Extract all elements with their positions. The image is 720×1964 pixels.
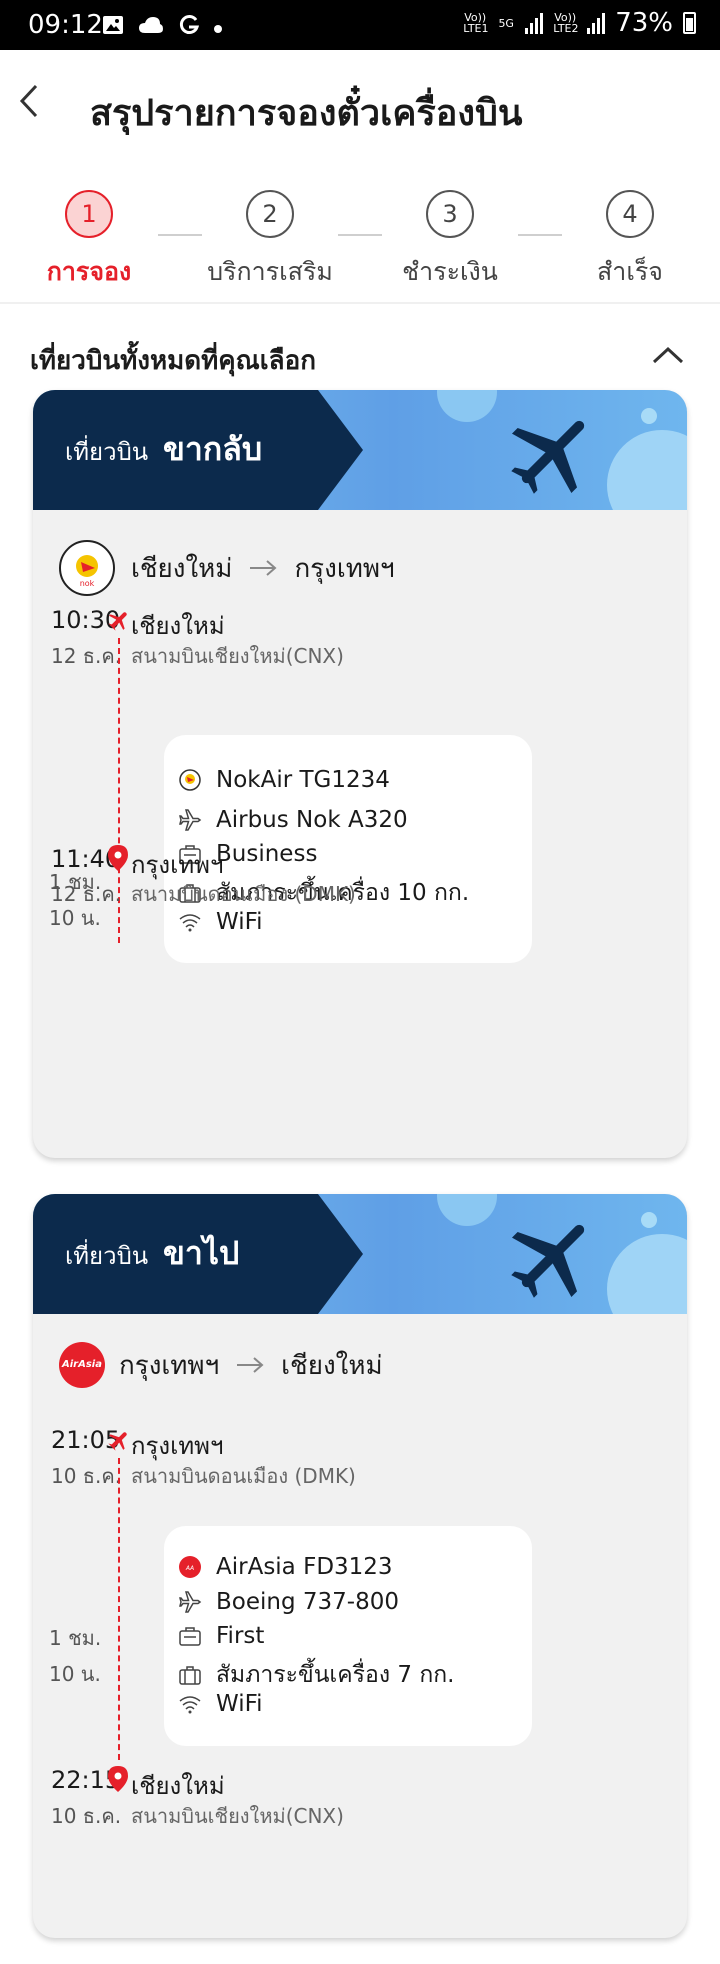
page-title: สรุปรายการจองตั๋วเครื่องบิน bbox=[90, 93, 523, 134]
divider bbox=[0, 302, 720, 304]
back-button[interactable] bbox=[8, 78, 54, 124]
network-type: 5G bbox=[498, 16, 514, 30]
departure-airport: สนามบินดอนเมือง (DMK) bbox=[131, 1464, 356, 1488]
step-payment: 3 ชำระเงิน bbox=[380, 190, 520, 292]
duration-hours: 1 ชม. bbox=[49, 1626, 102, 1650]
flight-banner: เที่ยวบิน ขากลับ bbox=[33, 390, 687, 510]
sim1-indicator: Vo)) LTE1 bbox=[463, 11, 489, 35]
cloud-icon bbox=[138, 16, 164, 38]
arrival-airport: สนามบินดอนเมือง (DMK) bbox=[131, 882, 356, 906]
gallery-icon bbox=[102, 15, 124, 39]
step-number: 2 bbox=[246, 190, 294, 238]
wifi-row: WiFi bbox=[178, 909, 263, 935]
section-title: เที่ยวบินทั้งหมดที่คุณเลือก bbox=[30, 346, 316, 376]
dot-icon bbox=[214, 18, 222, 37]
chevron-left-icon bbox=[19, 84, 38, 118]
step-booking: 1 การจอง bbox=[19, 190, 159, 292]
airplane-icon bbox=[511, 420, 585, 494]
step-connector bbox=[158, 234, 202, 236]
step-connector bbox=[518, 234, 562, 236]
route-destination: เชียงใหม่ bbox=[281, 1350, 383, 1381]
step-number: 3 bbox=[426, 190, 474, 238]
battery-icon bbox=[683, 12, 696, 34]
arrival-date: 12 ธ.ค. bbox=[51, 882, 122, 906]
flight-card-return[interactable]: เที่ยวบิน ขากลับ nok เชียงใหม่ กรุงเทพฯ … bbox=[33, 390, 687, 1158]
flight-card-outbound[interactable]: เที่ยวบิน ขาไป AirAsia กรุงเทพฯ เชียงใหม… bbox=[33, 1194, 687, 1938]
signal-icon bbox=[525, 12, 544, 34]
svg-text:nok: nok bbox=[80, 579, 95, 588]
step-number: 1 bbox=[65, 190, 113, 238]
flight-number: NokAir TG1234 bbox=[216, 767, 390, 793]
flight-number: AirAsia FD3123 bbox=[216, 1554, 393, 1580]
battery-percent: 73% bbox=[615, 8, 673, 38]
chevron-up-icon bbox=[652, 346, 684, 364]
g-icon bbox=[178, 14, 200, 40]
departure-date: 10 ธ.ค. bbox=[51, 1464, 122, 1488]
airasia-small-icon: AA bbox=[179, 1556, 201, 1578]
step-success: 4 สำเร็จ bbox=[560, 190, 700, 292]
flight-number-row: NokAir TG1234 bbox=[178, 767, 390, 793]
flight-banner: เที่ยวบิน ขาไป bbox=[33, 1194, 687, 1314]
banner-direction: ขากลับ bbox=[163, 430, 263, 468]
airplane-outline-icon bbox=[179, 1591, 202, 1613]
seat-class-icon bbox=[179, 1627, 201, 1646]
location-pin-icon bbox=[108, 845, 128, 871]
duration-minutes: 10 น. bbox=[49, 1662, 101, 1686]
nok-air-logo: nok bbox=[59, 540, 115, 596]
collapse-button[interactable] bbox=[650, 344, 686, 366]
airplane-outline-icon bbox=[179, 809, 202, 831]
flight-number-row: AA AirAsia FD3123 bbox=[178, 1554, 393, 1580]
step-label: การจอง bbox=[46, 257, 132, 286]
airplane-icon bbox=[511, 1224, 585, 1298]
arrival-airport: สนามบินเชียงใหม่(CNX) bbox=[131, 1804, 344, 1828]
baggage-allowance: สัมภาระขึ้นเครื่อง 7 กก. bbox=[216, 1662, 455, 1688]
signal-icon bbox=[587, 12, 606, 34]
banner-direction: ขาไป bbox=[163, 1234, 240, 1272]
flight-path-line bbox=[118, 1458, 120, 1760]
arrival-date: 10 ธ.ค. bbox=[51, 1804, 122, 1828]
departure-plane-icon bbox=[108, 1432, 127, 1451]
banner-label: เที่ยวบิน bbox=[65, 1242, 149, 1270]
aircraft-row: Boeing 737-800 bbox=[178, 1589, 399, 1615]
nok-air-small-icon bbox=[179, 769, 201, 791]
wifi-row: WiFi bbox=[178, 1691, 263, 1717]
route-destination: กรุงเทพฯ bbox=[294, 553, 395, 584]
step-number: 4 bbox=[606, 190, 654, 238]
step-connector bbox=[338, 234, 382, 236]
luggage-icon bbox=[179, 1666, 201, 1685]
departure-airport: สนามบินเชียงใหม่(CNX) bbox=[131, 644, 344, 668]
step-extras: 2 บริการเสริม bbox=[200, 190, 340, 292]
arrow-right-icon bbox=[250, 560, 277, 576]
route-origin: กรุงเทพฯ bbox=[119, 1350, 220, 1381]
wifi-label: WiFi bbox=[216, 909, 263, 935]
wifi-icon bbox=[179, 1696, 201, 1714]
arrow-right-icon bbox=[237, 1357, 264, 1373]
cabin-class: Business bbox=[216, 841, 318, 867]
cabin-row: First bbox=[178, 1623, 264, 1649]
sim2-indicator: Vo)) LTE2 bbox=[553, 11, 579, 35]
cabin-class: First bbox=[216, 1623, 265, 1649]
step-label: ชำระเงิน bbox=[402, 257, 498, 286]
route-summary: AirAsia กรุงเทพฯ เชียงใหม่ bbox=[59, 1342, 383, 1388]
aircraft-model: Boeing 737-800 bbox=[216, 1589, 399, 1615]
step-label: สำเร็จ bbox=[597, 257, 663, 286]
banner-label: เที่ยวบิน bbox=[65, 438, 149, 466]
route-summary: nok เชียงใหม่ กรุงเทพฯ bbox=[59, 540, 395, 596]
wifi-label: WiFi bbox=[216, 1691, 263, 1717]
step-label: บริการเสริม bbox=[207, 257, 333, 286]
status-bar: 09:12 Vo)) LTE1 5G Vo)) LTE2 73% bbox=[0, 0, 720, 50]
departure-plane-icon bbox=[108, 612, 127, 631]
wifi-icon bbox=[179, 914, 201, 932]
aircraft-row: Airbus Nok A320 bbox=[178, 807, 408, 833]
airasia-logo: AirAsia bbox=[59, 1342, 105, 1388]
baggage-row: สัมภาระขึ้นเครื่อง 7 กก. bbox=[178, 1657, 455, 1693]
aircraft-model: Airbus Nok A320 bbox=[216, 807, 408, 833]
route-origin: เชียงใหม่ bbox=[131, 553, 233, 584]
status-time: 09:12 bbox=[28, 10, 103, 40]
location-pin-icon bbox=[108, 1766, 128, 1792]
departure-date: 12 ธ.ค. bbox=[51, 644, 122, 668]
svg-text:AA: AA bbox=[185, 1565, 194, 1572]
flight-details-box: AA AirAsia FD3123 Boeing 737-800 First ส… bbox=[164, 1526, 532, 1746]
